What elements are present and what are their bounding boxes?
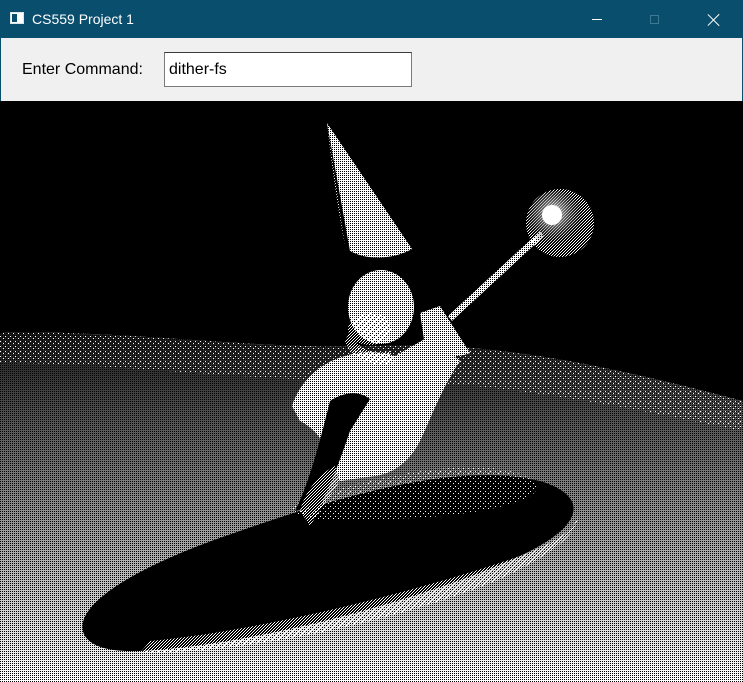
minimize-icon: [592, 18, 602, 20]
maximize-button[interactable]: [625, 0, 683, 38]
command-input[interactable]: [164, 52, 412, 87]
command-toolbar: Enter Command:: [0, 38, 743, 101]
app-window: CS559 Project 1 Enter Command:: [0, 0, 743, 682]
command-label: Enter Command:: [22, 61, 143, 78]
dithered-render-image: [0, 101, 743, 682]
close-icon: [707, 13, 720, 26]
close-button[interactable]: [684, 0, 742, 38]
maximize-icon: [649, 14, 659, 24]
image-canvas: [0, 101, 743, 682]
app-window-icon: [10, 12, 24, 24]
minimize-button[interactable]: [568, 0, 626, 38]
title-bar[interactable]: CS559 Project 1: [0, 0, 743, 38]
window-title: CS559 Project 1: [32, 11, 134, 27]
